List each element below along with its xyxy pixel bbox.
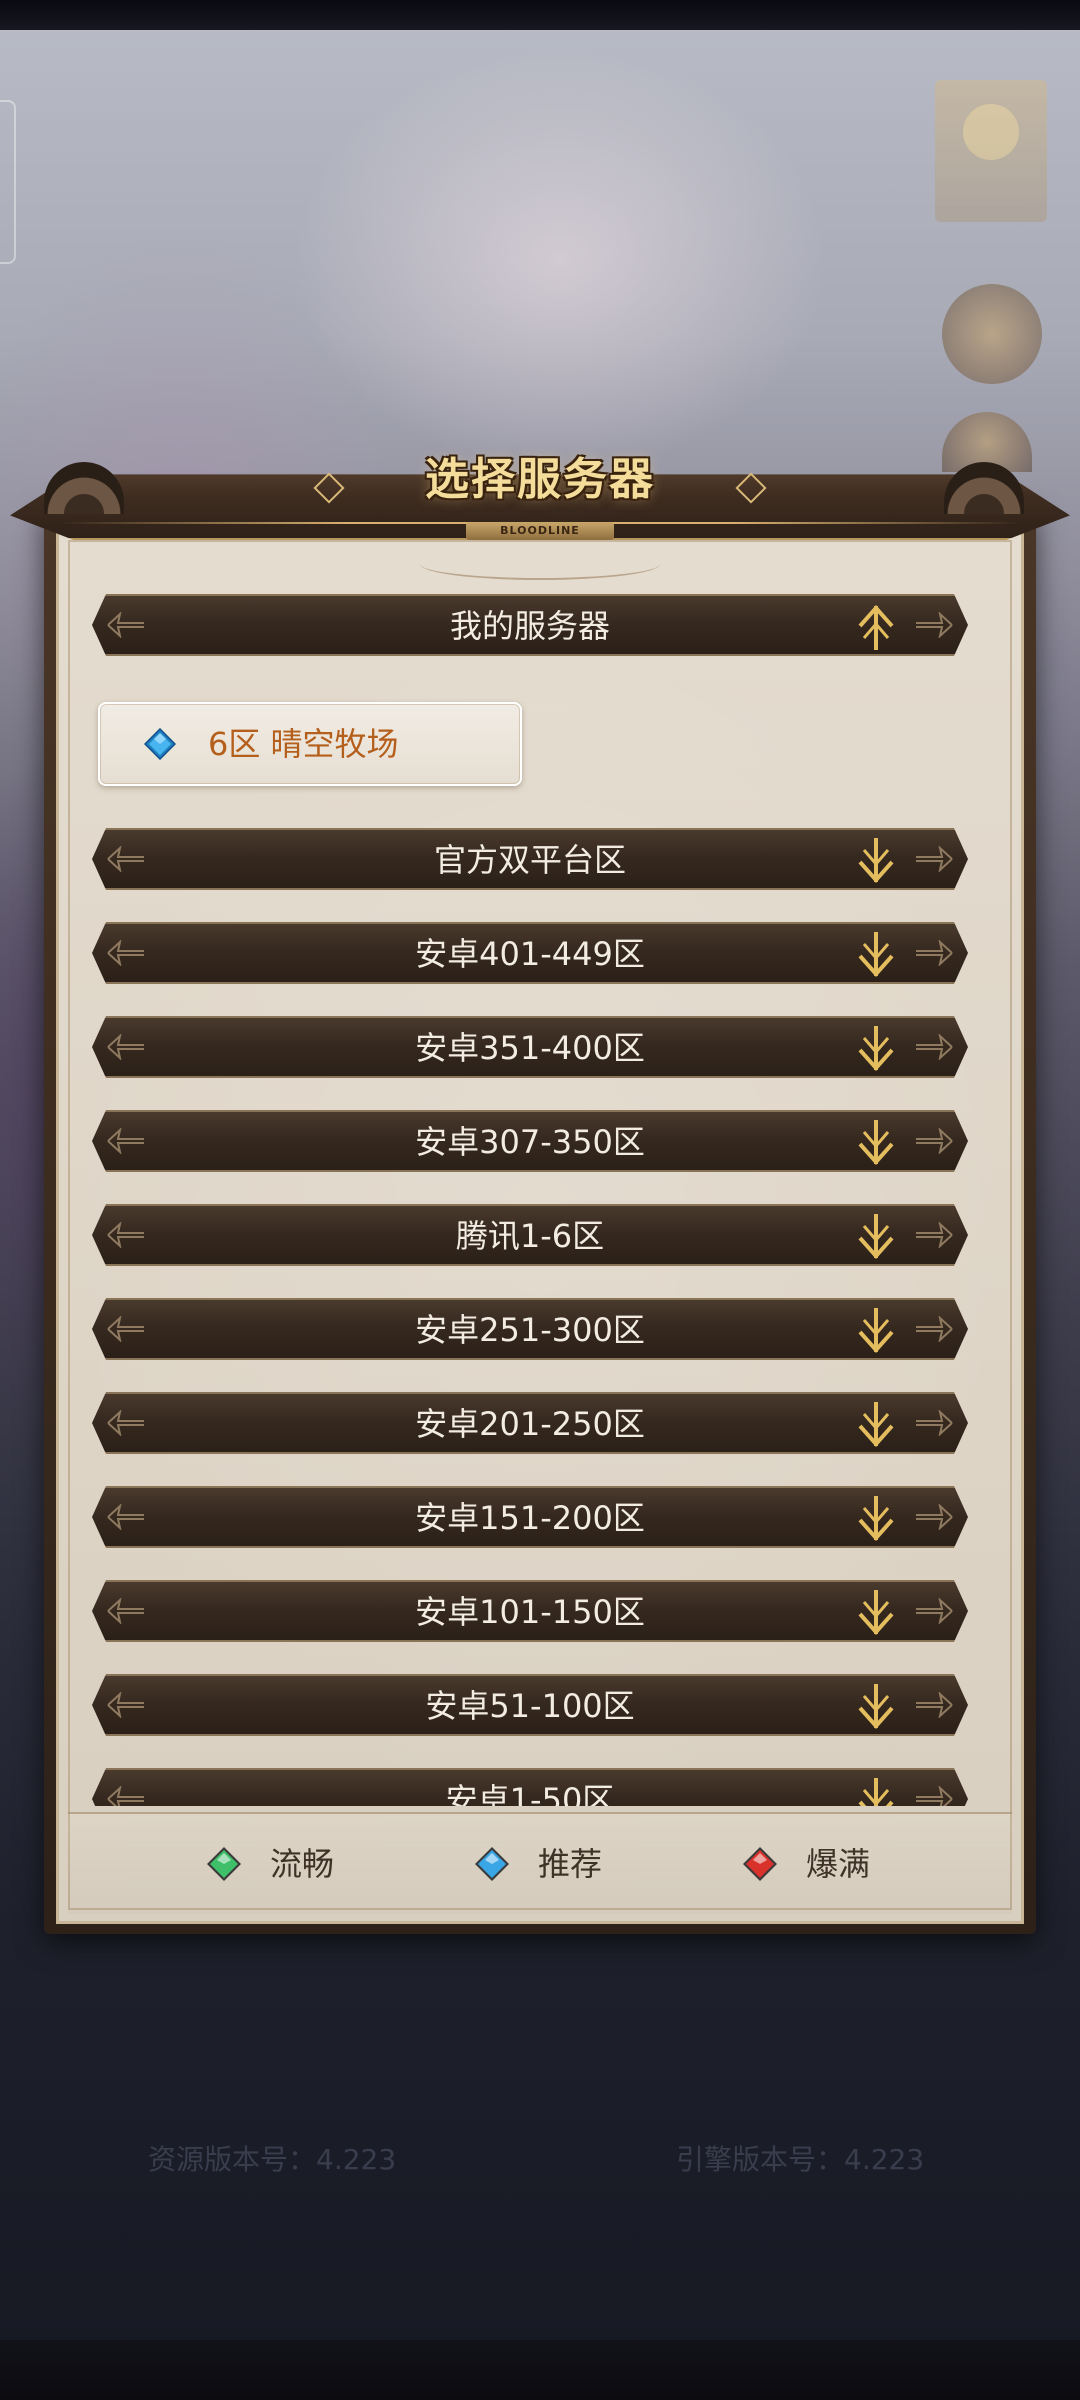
chevron-down-icon <box>852 1586 900 1640</box>
green-diamond-icon <box>207 1847 241 1881</box>
server-group-label: 安卓51-100区 <box>425 1687 635 1725</box>
red-diamond-icon <box>743 1847 777 1881</box>
server-group-label: 安卓251-300区 <box>415 1311 645 1349</box>
bar-ornament-right-icon <box>914 1316 954 1342</box>
bar-ornament-right-icon <box>914 1410 954 1436</box>
chevron-down-icon <box>852 1492 900 1546</box>
bar-ornament-right-icon <box>914 846 954 872</box>
server-group-bar[interactable]: 官方双平台区 <box>92 828 968 890</box>
chevron-down-icon <box>852 834 900 888</box>
chevron-down-icon <box>852 1116 900 1170</box>
server-group-bar[interactable]: 安卓151-200区 <box>92 1486 968 1548</box>
server-group-label: 安卓151-200区 <box>415 1499 645 1537</box>
server-group-label: 安卓201-250区 <box>415 1405 645 1443</box>
server-group-label: 安卓351-400区 <box>415 1029 645 1067</box>
bar-ornament-right-icon <box>914 1504 954 1530</box>
bar-ornament-right-icon <box>914 940 954 966</box>
server-group-label: 安卓1-50区 <box>445 1781 615 1806</box>
bar-ornament-right-icon <box>914 1598 954 1624</box>
chevron-down-icon <box>852 1022 900 1076</box>
server-group-bar[interactable]: 腾讯1-6区 <box>92 1204 968 1266</box>
chevron-down-icon <box>852 1680 900 1734</box>
chevron-down-icon <box>852 928 900 982</box>
bar-ornament-right-icon <box>914 1128 954 1154</box>
chevron-down-icon <box>852 1398 900 1452</box>
bar-ornament-right-icon <box>914 1222 954 1248</box>
bar-ornament-right-icon <box>914 1034 954 1060</box>
server-group-bar[interactable]: 安卓307-350区 <box>92 1110 968 1172</box>
resource-version-label: 资源版本号：4.223 <box>148 2143 397 2176</box>
blue-diamond-icon <box>475 1847 509 1881</box>
server-group-label: 官方双平台区 <box>433 841 626 879</box>
server-group-label: 安卓307-350区 <box>415 1123 645 1161</box>
legend-label: 推荐 <box>538 1845 603 1883</box>
server-group-bar[interactable]: 安卓401-449区 <box>92 922 968 984</box>
legend-label: 流畅 <box>270 1845 335 1883</box>
server-group-list[interactable]: 官方双平台区 安卓401-449区 安卓351-400区 安卓307-350区 腾讯1-… <box>0 0 1080 1806</box>
server-group-bar[interactable]: 安卓351-400区 <box>92 1016 968 1078</box>
bottom-strip <box>0 2340 1080 2400</box>
chevron-down-icon <box>852 1210 900 1264</box>
bar-ornament-right-icon <box>914 1692 954 1718</box>
bar-ornament-right-icon <box>914 1786 954 1806</box>
server-group-bar[interactable]: 安卓101-150区 <box>92 1580 968 1642</box>
server-group-label: 安卓101-150区 <box>415 1593 645 1631</box>
server-group-bar[interactable]: 安卓251-300区 <box>92 1298 968 1360</box>
chevron-down-icon <box>852 1774 900 1806</box>
server-group-bar[interactable]: 安卓201-250区 <box>92 1392 968 1454</box>
chevron-down-icon <box>852 1304 900 1358</box>
legend-label: 爆满 <box>806 1845 871 1883</box>
server-group-bar[interactable]: 安卓1-50区 <box>92 1768 968 1806</box>
server-group-bar[interactable]: 安卓51-100区 <box>92 1674 968 1736</box>
server-group-label: 安卓401-449区 <box>415 935 645 973</box>
engine-version-label: 引擎版本号：4.223 <box>676 2143 925 2176</box>
server-group-label: 腾讯1-6区 <box>455 1217 605 1255</box>
